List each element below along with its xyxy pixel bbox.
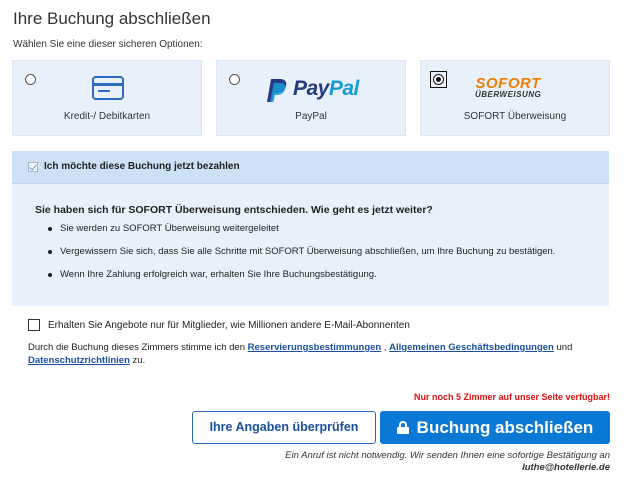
confirmation-notice: Ein Anruf ist nicht notwendig. Wir sende… [285, 450, 610, 473]
list-item: Wenn Ihre Zahlung erfolgreich war, erhal… [48, 268, 555, 291]
complete-booking-button[interactable]: Buchung abschließen [380, 411, 610, 444]
payment-option-label: SOFORT Überweisung [463, 111, 567, 122]
sofort-logo: SOFORT ÜBERWEISUNG [475, 75, 542, 99]
pay-now-header: Ich möchte diese Buchung jetzt bezahlen [12, 151, 609, 184]
pay-now-question: Sie haben sich für SOFORT Überweisung en… [35, 204, 433, 216]
payment-option-paypal[interactable]: PayPal PayPal [216, 60, 406, 136]
complete-booking-label: Buchung abschließen [416, 418, 594, 437]
radio-sofort[interactable] [433, 74, 444, 85]
paypal-icon [267, 79, 287, 102]
privacy-policy-link[interactable]: Datenschutzrichtlinien [28, 355, 130, 366]
payment-option-label: PayPal [295, 111, 327, 122]
reservation-terms-link[interactable]: Reservierungsbestimmungen [248, 342, 382, 353]
member-offers-checkbox[interactable] [28, 319, 40, 331]
list-item: Sie werden zu SOFORT Überweisung weiterg… [48, 222, 555, 245]
payment-options-hint: Wählen Sie eine dieser sicheren Optionen… [13, 39, 203, 50]
paypal-logo: PayPal [263, 77, 363, 105]
credit-card-icon [92, 76, 124, 100]
page-title: Ihre Buchung abschließen [13, 9, 211, 28]
availability-warning: Nur noch 5 Zimmer auf unser Seite verfüg… [413, 392, 610, 402]
paypal-wordmark: PayPal [293, 77, 359, 100]
radio-credit-card[interactable] [25, 74, 36, 85]
list-item: Vergewissern Sie sich, dass Sie alle Sch… [48, 245, 555, 268]
review-details-button[interactable]: Ihre Angaben überprüfen [192, 411, 376, 444]
payment-option-credit-card[interactable]: Kredit-/ Debitkarten [12, 60, 202, 136]
member-offers-label: Erhalten Sie Angebote nur für Mitglieder… [48, 320, 410, 331]
pay-now-label: Ich möchte diese Buchung jetzt bezahlen [44, 161, 240, 172]
terms-text: Durch die Buchung dieses Zimmers stimme … [28, 342, 573, 366]
pay-now-checkbox[interactable] [28, 162, 38, 172]
lock-icon [396, 421, 409, 434]
payment-option-sofort[interactable]: SOFORT ÜBERWEISUNG SOFORT Überweisung [420, 60, 610, 136]
payment-option-label: Kredit-/ Debitkarten [63, 111, 151, 122]
confirmation-email: luthe@hotellerie.de [522, 462, 610, 473]
pay-now-panel: Ich möchte diese Buchung jetzt bezahlen … [12, 151, 609, 306]
pay-now-steps: Sie werden zu SOFORT Überweisung weiterg… [48, 222, 555, 291]
general-terms-link[interactable]: Allgemeinen Geschäftsbedingungen [389, 342, 554, 353]
radio-paypal[interactable] [229, 74, 240, 85]
